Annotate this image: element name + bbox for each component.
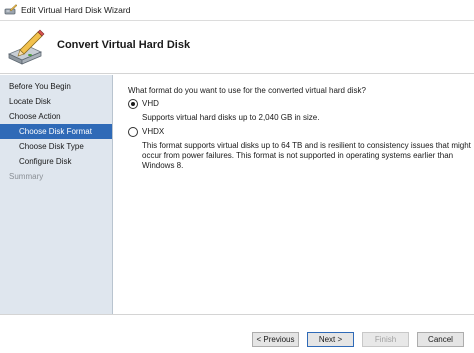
step-before-you-begin[interactable]: Before You Begin — [0, 79, 112, 94]
wizard-steps-sidebar: Before You Begin Locate Disk Choose Acti… — [0, 75, 113, 314]
vhd-label[interactable]: VHD — [142, 99, 159, 109]
page-heading: Convert Virtual Hard Disk — [57, 39, 191, 51]
vhd-radio[interactable] — [128, 99, 138, 109]
cancel-button[interactable]: Cancel — [417, 332, 464, 347]
step-summary: Summary — [9, 172, 44, 181]
title-bar: Edit Virtual Hard Disk Wizard — [0, 0, 474, 21]
radio-selected-dot — [131, 102, 135, 106]
step-configure-disk[interactable]: Configure Disk — [0, 154, 112, 169]
finish-button: Finish — [362, 332, 409, 347]
format-question: What format do you want to use for the c… — [128, 86, 366, 95]
window-title: Edit Virtual Hard Disk Wizard — [21, 5, 131, 15]
next-button[interactable]: Next > — [307, 332, 354, 347]
step-choose-disk-type[interactable]: Choose Disk Type — [0, 139, 112, 154]
step-choose-disk-format[interactable]: Choose Disk Format — [0, 124, 112, 139]
step-choose-action[interactable]: Choose Action — [0, 109, 112, 124]
vhdx-label[interactable]: VHDX — [142, 127, 164, 137]
vhd-description: Supports virtual hard disks up to 2,040 … — [142, 113, 320, 122]
disk-pencil-icon — [6, 28, 46, 68]
disk-wizard-icon — [4, 4, 18, 16]
wizard-header: Convert Virtual Hard Disk — [0, 21, 474, 74]
wizard-footer: < Previous Next > Finish Cancel — [0, 314, 474, 353]
previous-button[interactable]: < Previous — [252, 332, 299, 347]
step-locate-disk[interactable]: Locate Disk — [0, 94, 112, 109]
vhdx-description: This format supports virtual disks up to… — [142, 141, 471, 170]
vhdx-radio[interactable] — [128, 127, 138, 137]
main-content: What format do you want to use for the c… — [114, 75, 474, 314]
